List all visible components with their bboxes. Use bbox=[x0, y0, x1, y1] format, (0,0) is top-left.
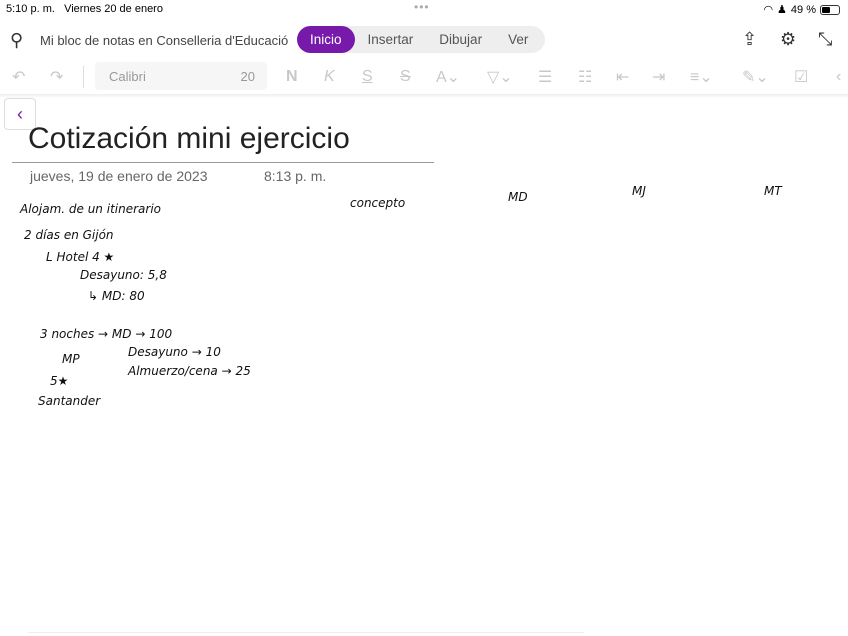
ink-line[interactable]: 2 días en Gijón bbox=[24, 228, 114, 242]
ink-line[interactable]: 5★ bbox=[50, 374, 68, 388]
underline-button[interactable]: S bbox=[362, 68, 373, 86]
numbered-list-icon[interactable]: ☷ bbox=[578, 67, 592, 87]
ink-line[interactable]: Almuerzo/cena → 25 bbox=[128, 364, 251, 378]
search-icon[interactable]: ⚲ bbox=[10, 30, 23, 51]
chevron-left-icon[interactable]: ‹ bbox=[836, 68, 841, 86]
tab-ver[interactable]: Ver bbox=[495, 26, 541, 53]
align-icon[interactable]: ≡⌄ bbox=[690, 67, 713, 87]
battery-percent: 49 % bbox=[790, 3, 816, 16]
ribbon-tabs: Inicio Insertar Dibujar Ver bbox=[297, 26, 545, 53]
ink-line[interactable]: ↳ MD: 80 bbox=[88, 289, 145, 303]
person-icon: ♟ bbox=[777, 4, 787, 16]
font-name[interactable]: Calibri bbox=[109, 69, 146, 84]
top-bar: ⚲ Mi bloc de notas en Conselleria d'Educ… bbox=[0, 26, 848, 54]
page-time: 8:13 p. m. bbox=[264, 168, 327, 184]
page-title[interactable]: Cotización mini ejercicio bbox=[28, 122, 350, 156]
ink-line[interactable]: L Hotel 4 ★ bbox=[46, 250, 114, 264]
bullet-list-icon[interactable]: ☰ bbox=[538, 67, 552, 87]
font-size[interactable]: 20 bbox=[241, 69, 255, 84]
indent-icon[interactable]: ⇥ bbox=[652, 67, 665, 87]
ink-header-mj[interactable]: MJ bbox=[632, 184, 646, 198]
undo-icon[interactable]: ↶ bbox=[12, 67, 25, 87]
font-color-icon[interactable]: A⌄ bbox=[436, 67, 460, 87]
ink-line[interactable]: Desayuno → 10 bbox=[128, 345, 221, 359]
redo-icon[interactable]: ↷ bbox=[50, 67, 63, 87]
outdent-icon[interactable]: ⇤ bbox=[616, 67, 629, 87]
strikethrough-button[interactable]: S bbox=[400, 68, 411, 86]
ink-header-mt[interactable]: MT bbox=[764, 184, 782, 198]
styles-icon[interactable]: ✎⌄ bbox=[742, 67, 769, 87]
status-right: ◠ ♟ 49 % bbox=[763, 3, 840, 16]
tab-dibujar[interactable]: Dibujar bbox=[426, 26, 495, 53]
notebook-name[interactable]: Mi bloc de notas en Conselleria d'Educac… bbox=[40, 33, 288, 48]
gear-icon[interactable]: ⚙ bbox=[780, 29, 796, 50]
divider bbox=[83, 66, 84, 88]
status-bar: 5:10 p. m. Viernes 20 de enero ••• ◠ ♟ 49 … bbox=[0, 0, 848, 18]
ink-line[interactable]: Santander bbox=[38, 394, 100, 408]
multitask-dots[interactable]: ••• bbox=[414, 0, 430, 14]
italic-button[interactable]: K bbox=[324, 68, 335, 86]
tab-inicio[interactable]: Inicio bbox=[297, 26, 355, 53]
ink-line[interactable]: Desayuno: 5,8 bbox=[80, 268, 167, 282]
page-date: jueves, 19 de enero de 2023 bbox=[30, 168, 208, 184]
wifi-icon: ◠ bbox=[763, 4, 774, 16]
tab-insertar[interactable]: Insertar bbox=[355, 26, 427, 53]
collapse-icon[interactable]: ⤡ bbox=[818, 29, 832, 50]
format-toolbar: ↶ ↷ Calibri 20 N K S S A⌄ ▽⌄ ☰ ☷ ⇤ ⇥ ≡⌄ … bbox=[0, 62, 848, 92]
ink-header-md[interactable]: MD bbox=[508, 190, 528, 204]
ink-line[interactable]: 3 noches → MD → 100 bbox=[40, 327, 172, 341]
page-bottom-line bbox=[28, 632, 584, 633]
checkbox-icon[interactable]: ☑ bbox=[794, 67, 808, 87]
ink-line[interactable]: Alojam. de un itinerario bbox=[20, 202, 161, 216]
share-icon[interactable]: ⇪ bbox=[742, 29, 757, 50]
status-time: 5:10 p. m. bbox=[6, 3, 55, 15]
bold-button[interactable]: N bbox=[286, 68, 298, 86]
font-picker[interactable]: Calibri 20 bbox=[95, 62, 267, 90]
toolbar-shadow bbox=[0, 94, 848, 98]
ink-line[interactable]: MP bbox=[62, 352, 80, 366]
ink-header-concepto[interactable]: concepto bbox=[350, 196, 405, 210]
battery-icon bbox=[820, 4, 840, 15]
title-underline bbox=[12, 162, 434, 163]
status-date: Viernes 20 de enero bbox=[64, 3, 163, 15]
status-time-date: 5:10 p. m. Viernes 20 de enero bbox=[6, 3, 163, 15]
highlighter-icon[interactable]: ▽⌄ bbox=[487, 67, 513, 87]
